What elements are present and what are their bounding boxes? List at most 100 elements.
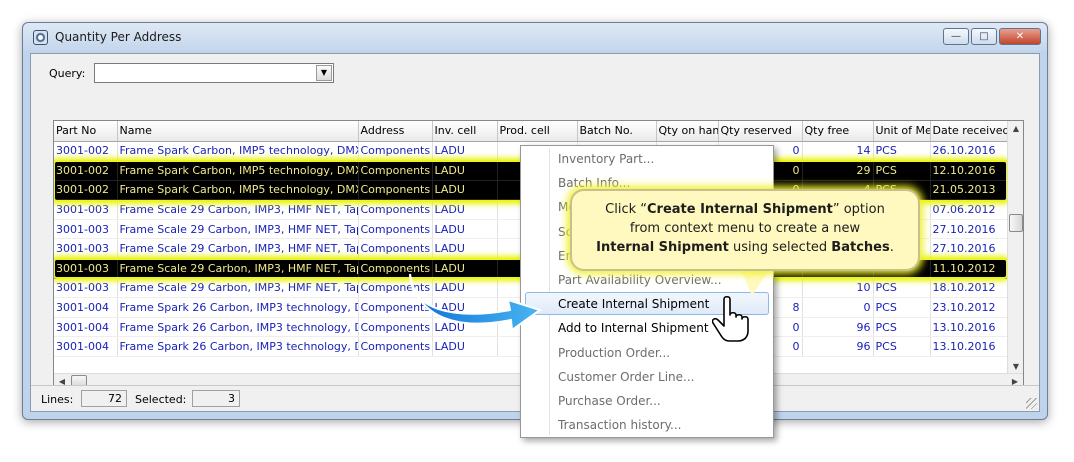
table-cell[interactable]: Components bbox=[358, 219, 433, 240]
pointer-arrow-icon bbox=[409, 273, 543, 332]
table-cell[interactable]: LADU bbox=[432, 141, 498, 162]
minimize-icon[interactable]: — bbox=[943, 28, 969, 45]
table-cell[interactable]: 96 bbox=[802, 336, 874, 358]
app-icon bbox=[33, 30, 48, 45]
table-cell[interactable]: 21.05.2013 bbox=[930, 180, 1010, 201]
table-cell[interactable]: Frame Scale 29 Carbon, IMP3, HMF NET, Ta… bbox=[117, 278, 359, 299]
selected-label: Selected: bbox=[135, 393, 187, 406]
table-cell[interactable]: Components bbox=[358, 180, 433, 201]
col-header-qty-reserved[interactable]: Qty reserved bbox=[718, 121, 803, 142]
resize-grip-icon[interactable] bbox=[1026, 398, 1037, 409]
col-header-prod-cell[interactable]: Prod. cell bbox=[497, 121, 578, 142]
table-cell[interactable]: Frame Scale 29 Carbon, IMP3, HMF NET, Ta… bbox=[117, 199, 359, 220]
lines-label: Lines: bbox=[41, 393, 74, 406]
col-header-name[interactable]: Name bbox=[117, 121, 359, 142]
table-cell[interactable]: 3001-003 bbox=[54, 258, 118, 279]
menu-item[interactable]: Part Availability Overview... bbox=[558, 269, 722, 291]
table-cell[interactable]: Components bbox=[358, 141, 433, 162]
table-cell[interactable]: LADU bbox=[432, 199, 498, 220]
table-cell[interactable]: 13.10.2016 bbox=[930, 317, 1010, 338]
query-label: Query: bbox=[49, 67, 86, 80]
table-cell[interactable]: Frame Spark Carbon, IMP5 technology, DMX bbox=[117, 160, 359, 181]
table-cell[interactable]: Frame Spark Carbon, IMP5 technology, DMX bbox=[117, 180, 359, 201]
table-cell[interactable]: 14 bbox=[802, 141, 874, 162]
menu-item[interactable]: Transaction history... bbox=[558, 414, 681, 436]
table-cell[interactable]: 07.06.2012 bbox=[930, 199, 1010, 220]
col-header-address[interactable]: Address bbox=[358, 121, 433, 142]
caption-buttons: — □ ✕ bbox=[943, 28, 1041, 45]
table-cell[interactable]: 3001-004 bbox=[54, 336, 118, 358]
hand-cursor-icon bbox=[712, 295, 749, 342]
table-cell[interactable]: Components bbox=[358, 238, 433, 260]
table-cell[interactable]: 3001-003 bbox=[54, 238, 118, 260]
menu-item[interactable]: Production Order... bbox=[558, 342, 670, 364]
menu-item[interactable]: Create Internal Shipment bbox=[558, 293, 709, 315]
table-cell[interactable]: PCS bbox=[873, 141, 931, 162]
table-cell[interactable]: Components bbox=[358, 160, 433, 181]
table-cell[interactable]: 27.10.2016 bbox=[930, 238, 1010, 260]
table-cell[interactable]: 18.10.2012 bbox=[930, 278, 1010, 299]
table-cell[interactable]: 10 bbox=[802, 278, 874, 299]
table-cell[interactable]: 0 bbox=[802, 297, 874, 318]
table-cell[interactable]: Frame Spark Carbon, IMP5 technology, DMX bbox=[117, 141, 359, 162]
col-header-batch-no[interactable]: Batch No. bbox=[577, 121, 657, 142]
table-cell[interactable]: 12.10.2016 bbox=[930, 160, 1010, 181]
table-cell[interactable]: 3001-004 bbox=[54, 297, 118, 318]
callout-line-2: from context menu to create a new bbox=[629, 221, 861, 236]
table-cell[interactable]: PCS bbox=[873, 317, 931, 338]
title-bar[interactable]: Quantity Per Address — □ ✕ bbox=[23, 23, 1047, 51]
table-cell[interactable]: 13.10.2016 bbox=[930, 336, 1010, 358]
lines-count: 72 bbox=[81, 390, 127, 407]
table-cell[interactable]: Frame Spark 26 Carbon, IMP3 technology, … bbox=[117, 317, 359, 338]
table-cell[interactable]: 3001-002 bbox=[54, 141, 118, 162]
table-cell[interactable]: PCS bbox=[873, 278, 931, 299]
table-cell[interactable]: PCS bbox=[873, 336, 931, 358]
table-header: Part No Name Address Inv. cell Prod. cel… bbox=[54, 121, 1010, 142]
table-cell[interactable]: 3001-004 bbox=[54, 317, 118, 338]
callout-line-1: Click “Create Internal Shipment” option bbox=[605, 202, 885, 217]
query-combobox[interactable]: ▼ bbox=[94, 63, 334, 83]
col-header-date-received[interactable]: Date received bbox=[930, 121, 1010, 142]
table-cell[interactable]: 27.10.2016 bbox=[930, 219, 1010, 240]
table-cell[interactable]: LADU bbox=[432, 238, 498, 260]
table-cell[interactable]: 3001-003 bbox=[54, 199, 118, 220]
table-cell[interactable]: 3001-003 bbox=[54, 219, 118, 240]
callout-line-3: Internal Shipment using selected Batches… bbox=[596, 240, 894, 255]
table-cell[interactable]: LADU bbox=[432, 219, 498, 240]
close-icon[interactable]: ✕ bbox=[999, 28, 1041, 45]
menu-item[interactable]: Customer Order Line... bbox=[558, 366, 694, 388]
table-cell[interactable]: 23.10.2012 bbox=[930, 297, 1010, 318]
col-header-qty-on-hand[interactable]: Qty on hand bbox=[656, 121, 719, 142]
table-cell[interactable]: Components bbox=[358, 199, 433, 220]
table-cell[interactable]: LADU bbox=[432, 160, 498, 181]
table-cell[interactable]: LADU bbox=[432, 180, 498, 201]
table-cell[interactable]: 3001-002 bbox=[54, 180, 118, 201]
table-cell[interactable]: Frame Spark 26 Carbon, IMP3 technology, … bbox=[117, 336, 359, 358]
table-cell[interactable]: Frame Scale 29 Carbon, IMP3, HMF NET, Ta… bbox=[117, 219, 359, 240]
table-cell[interactable]: PCS bbox=[873, 160, 931, 181]
col-header-qty-free[interactable]: Qty free bbox=[802, 121, 874, 142]
table-cell[interactable]: PCS bbox=[873, 297, 931, 318]
col-header-part-no[interactable]: Part No bbox=[54, 121, 118, 142]
col-header-inv-cell[interactable]: Inv. cell bbox=[432, 121, 498, 142]
table-cell[interactable]: 11.10.2012 bbox=[930, 258, 1010, 279]
vertical-scrollbar[interactable]: ▲ ▼ bbox=[1007, 121, 1023, 375]
menu-item[interactable]: Add to Internal Shipment bbox=[558, 317, 709, 339]
table-cell[interactable]: 3001-003 bbox=[54, 278, 118, 299]
selected-count: 3 bbox=[192, 390, 240, 407]
window-title: Quantity Per Address bbox=[55, 30, 182, 44]
table-cell[interactable]: Frame Scale 29 Carbon, IMP3, HMF NET, Ta… bbox=[117, 258, 359, 279]
table-cell[interactable]: 29 bbox=[802, 160, 874, 181]
chevron-down-icon[interactable]: ▼ bbox=[316, 65, 332, 81]
table-cell[interactable]: 96 bbox=[802, 317, 874, 338]
table-cell[interactable]: 26.10.2016 bbox=[930, 141, 1010, 162]
scroll-thumb[interactable] bbox=[1009, 214, 1023, 232]
menu-item[interactable]: Purchase Order... bbox=[558, 390, 661, 412]
maximize-icon[interactable]: □ bbox=[971, 28, 997, 45]
col-header-unit[interactable]: Unit of Meas bbox=[873, 121, 931, 142]
table-cell[interactable]: Frame Scale 29 Carbon, IMP3, HMF NET, Ta… bbox=[117, 238, 359, 260]
scroll-up-icon[interactable]: ▲ bbox=[1008, 121, 1023, 137]
table-cell[interactable]: 3001-002 bbox=[54, 160, 118, 181]
menu-item[interactable]: Inventory Part... bbox=[558, 148, 654, 170]
table-cell[interactable]: Frame Spark 26 Carbon, IMP3 technology, … bbox=[117, 297, 359, 318]
